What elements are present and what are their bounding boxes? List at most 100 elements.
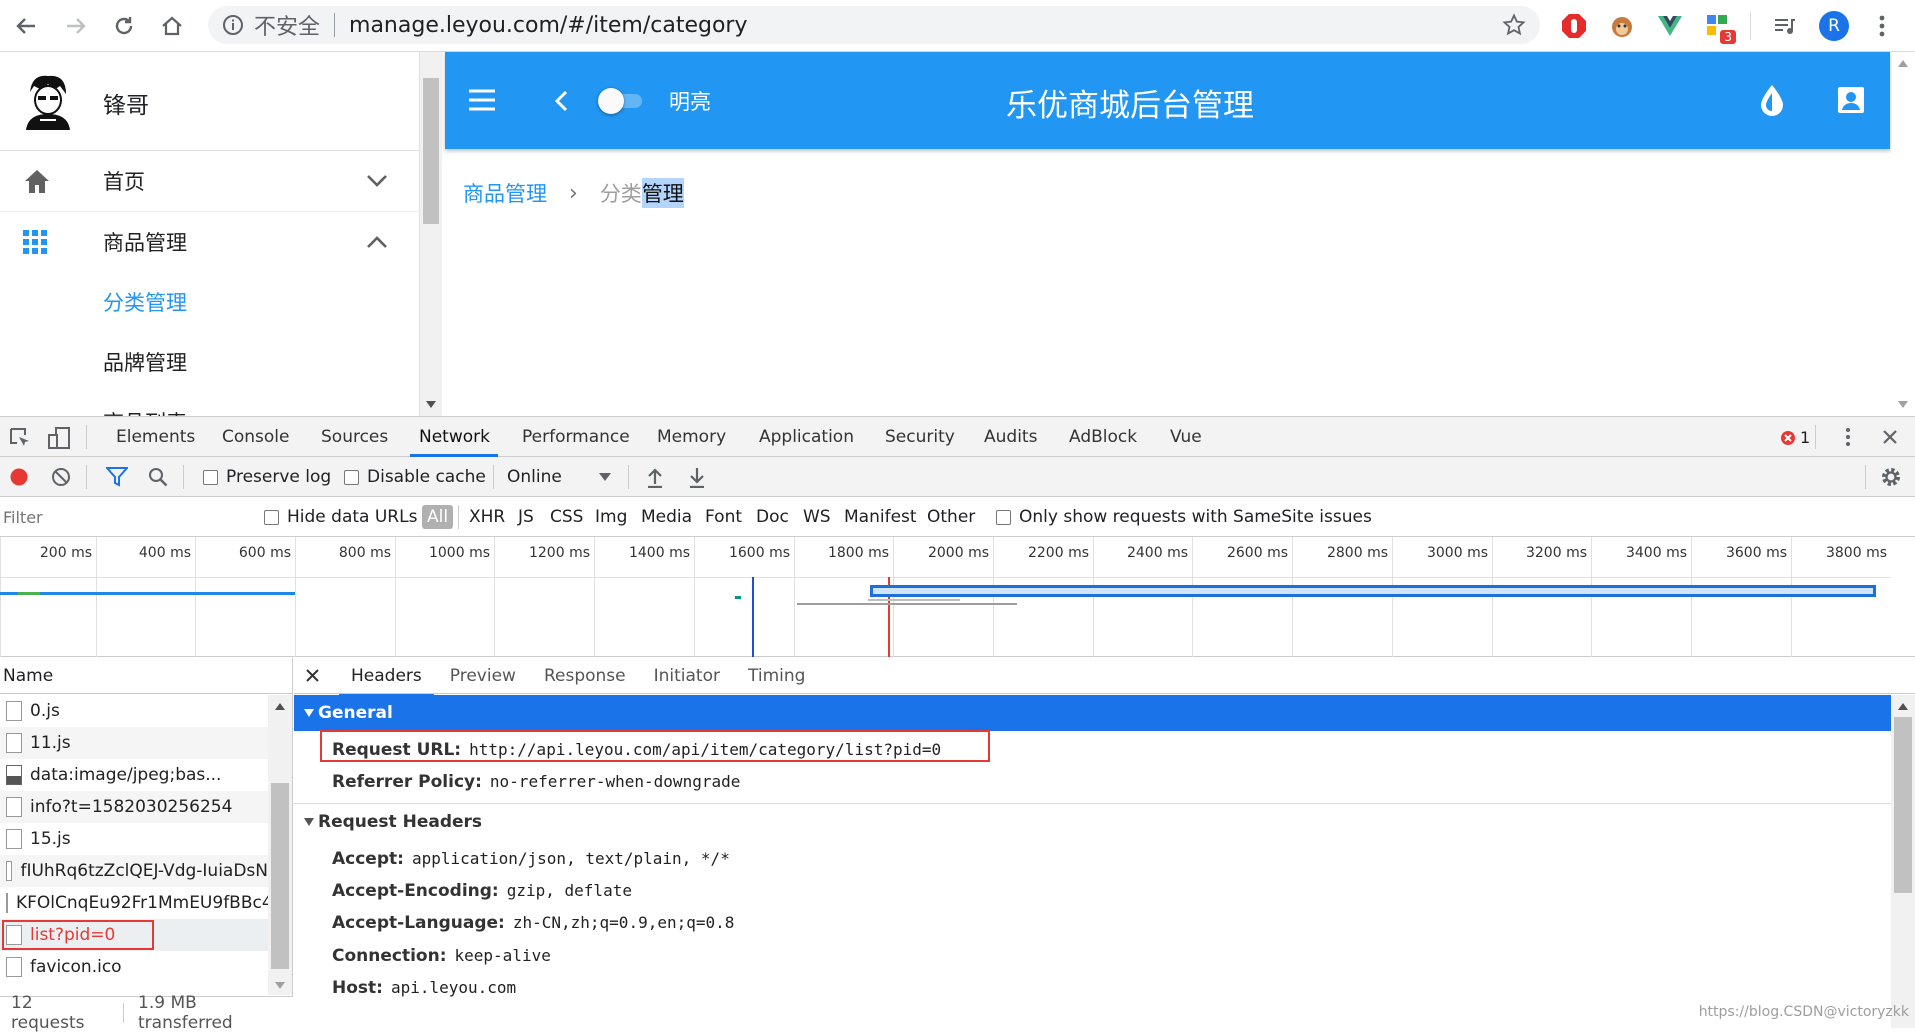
network-timeline-overview[interactable]: 200 ms 400 ms 600 ms 800 ms 1000 ms 1200… (0, 537, 1915, 657)
address-bar[interactable]: 不安全 manage.leyou.com/#/item/category (208, 6, 1540, 44)
bookmark-star-icon[interactable] (1502, 13, 1526, 37)
sidebar-item-goods-list[interactable]: 商品列表 (0, 393, 419, 416)
clear-icon[interactable] (51, 467, 71, 487)
highlight-box (2, 920, 154, 950)
filter-type-doc[interactable]: Doc (756, 507, 789, 527)
filter-type-other[interactable]: Other (927, 507, 975, 527)
tab-audits[interactable]: Audits (984, 427, 1037, 447)
preserve-log-checkbox[interactable]: Preserve log (203, 467, 331, 487)
sidebar-scrollbar[interactable] (420, 52, 442, 416)
profile-avatar[interactable]: R (1818, 10, 1850, 42)
timeline-selection-bar[interactable] (870, 585, 1876, 597)
breadcrumb-link[interactable]: 商品管理 (463, 178, 547, 208)
request-headers-section-header[interactable]: Request Headers (294, 804, 1891, 840)
back-icon[interactable] (10, 10, 42, 42)
checkbox-box (996, 509, 1011, 525)
home-icon[interactable] (156, 10, 188, 42)
error-counter[interactable]: 1 (1780, 428, 1810, 447)
request-row[interactable]: favicon.ico (0, 951, 268, 983)
tab-headers[interactable]: Headers (339, 658, 434, 697)
device-toolbar-icon[interactable] (47, 426, 71, 450)
settings-gear-icon[interactable] (1880, 466, 1902, 488)
search-icon[interactable] (148, 467, 168, 487)
browser-menu-icon[interactable] (1866, 10, 1898, 42)
scroll-up-arrow-icon[interactable] (1898, 703, 1908, 710)
tab-response[interactable]: Response (544, 666, 626, 686)
tab-security[interactable]: Security (885, 427, 955, 447)
tab-elements[interactable]: Elements (116, 427, 195, 447)
tab-sources[interactable]: Sources (321, 427, 388, 447)
tab-timing[interactable]: Timing (748, 666, 805, 686)
sidebar-item-home[interactable]: 首页 (0, 152, 419, 210)
vue-devtools-icon[interactable] (1654, 10, 1686, 42)
filter-icon[interactable] (106, 467, 128, 487)
scroll-down-arrow-icon[interactable] (275, 982, 285, 989)
reload-icon[interactable] (108, 10, 140, 42)
detail-scrollbar[interactable] (1891, 695, 1915, 1028)
media-control-icon[interactable] (1768, 10, 1800, 42)
request-list-scrollbar[interactable] (268, 695, 292, 995)
tab-performance[interactable]: Performance (522, 427, 630, 447)
scroll-up-arrow-icon[interactable] (1898, 60, 1908, 67)
filter-type-js[interactable]: JS (518, 507, 534, 527)
tab-vue[interactable]: Vue (1170, 427, 1202, 447)
breadcrumb: 商品管理 › 分类 管理 (463, 178, 684, 208)
chevron-down-icon[interactable] (366, 174, 388, 188)
throttling-select[interactable]: Online (507, 467, 611, 487)
scroll-up-arrow-icon[interactable] (275, 703, 285, 710)
general-section-header[interactable]: General (294, 695, 1891, 731)
extensions-puzzle-icon[interactable]: 3 (1702, 10, 1736, 44)
request-row[interactable]: 15.js (0, 823, 268, 855)
samesite-checkbox[interactable]: Only show requests with SameSite issues (996, 507, 1372, 527)
sidebar-item-brand[interactable]: 品牌管理 (0, 333, 419, 391)
tab-memory[interactable]: Memory (657, 427, 726, 447)
page-scrollbar[interactable] (1892, 52, 1915, 416)
filter-type-ws[interactable]: WS (803, 507, 831, 527)
forward-icon[interactable] (60, 10, 92, 42)
tab-preview[interactable]: Preview (450, 666, 516, 686)
filter-type-img[interactable]: Img (595, 507, 627, 527)
filter-input[interactable] (3, 504, 245, 530)
devtools-menu-icon[interactable] (1845, 427, 1851, 447)
filter-type-font[interactable]: Font (705, 507, 742, 527)
request-row[interactable]: 0.js (0, 695, 268, 727)
disable-cache-checkbox[interactable]: Disable cache (344, 467, 486, 487)
theme-color-icon[interactable] (1759, 84, 1785, 116)
close-detail-icon[interactable] (306, 669, 319, 682)
export-har-icon[interactable] (688, 466, 706, 488)
import-har-icon[interactable] (646, 466, 664, 488)
sidebar-item-category[interactable]: 分类管理 (0, 273, 419, 331)
scrollbar-thumb[interactable] (423, 78, 439, 224)
sidebar-item-goods[interactable]: 商品管理 (0, 213, 419, 271)
request-row[interactable]: info?t=1582030256254 (0, 791, 268, 823)
filter-type-css[interactable]: CSS (550, 507, 583, 527)
tab-initiator[interactable]: Initiator (654, 666, 720, 686)
name-column-header[interactable]: Name (0, 658, 292, 694)
url-text[interactable]: manage.leyou.com/#/item/category (349, 13, 747, 38)
account-box-icon[interactable] (1837, 86, 1865, 114)
request-row[interactable]: 11.js (0, 727, 268, 759)
tab-network[interactable]: Network (419, 427, 490, 447)
tab-application[interactable]: Application (759, 427, 854, 447)
request-row[interactable]: fIUhRq6tzZclQEJ-Vdg-IuiaDsN (0, 855, 268, 887)
request-row[interactable]: KFOlCnqEu92Fr1MmEU9fBBc4 (0, 887, 268, 919)
filter-type-all[interactable]: All (422, 505, 454, 529)
filter-type-manifest[interactable]: Manifest (844, 507, 917, 527)
info-icon[interactable] (222, 14, 244, 36)
monkey-extension-icon[interactable] (1606, 10, 1638, 42)
filter-type-xhr[interactable]: XHR (469, 507, 505, 527)
close-devtools-icon[interactable] (1882, 429, 1898, 445)
inspect-element-icon[interactable] (9, 427, 31, 449)
scrollbar-thumb[interactable] (271, 783, 289, 969)
scroll-down-arrow-icon[interactable] (426, 401, 436, 408)
adblock-extension-icon[interactable] (1558, 10, 1590, 42)
tab-console[interactable]: Console (222, 427, 290, 447)
hide-data-urls-checkbox[interactable]: Hide data URLs (264, 507, 417, 527)
tab-adblock[interactable]: AdBlock (1069, 427, 1137, 447)
scrollbar-thumb[interactable] (1894, 717, 1912, 893)
record-icon[interactable] (9, 467, 29, 487)
filter-type-media[interactable]: Media (641, 507, 692, 527)
chevron-up-icon[interactable] (366, 235, 388, 249)
scroll-down-arrow-icon[interactable] (1898, 401, 1908, 408)
request-row[interactable]: data:image/jpeg;bas... (0, 759, 268, 791)
